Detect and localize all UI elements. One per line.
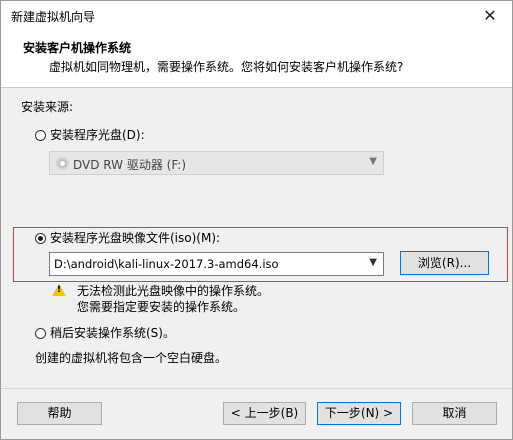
window-title: 新建虚拟机向导	[11, 10, 96, 24]
disc-option-label[interactable]: 安装程序光盘(D):	[50, 126, 145, 143]
chevron-down-icon: ▼	[369, 156, 377, 167]
install-source-label: 安装来源:	[21, 100, 74, 114]
page-description: 虚拟机如同物理机，需要操作系统。您将如何安装客户机操作系统?	[49, 60, 404, 74]
iso-option-label[interactable]: 安装程序光盘映像文件(iso)(M):	[50, 229, 220, 246]
help-button[interactable]: 帮助	[17, 402, 102, 425]
chevron-down-icon[interactable]: ▼	[369, 257, 377, 268]
warning-text-line2: 您需要指定要安装的操作系统。	[77, 300, 246, 314]
wizard-content: 安装来源: 安装程序光盘(D): DVD RW 驱动器 (F:) ▼ 安装程序光…	[1, 88, 512, 388]
iso-path-value[interactable]: D:\android\kali-linux-2017.3-amd64.iso	[54, 257, 279, 271]
install-later-description: 创建的虚拟机将包含一个空白硬盘。	[35, 351, 228, 365]
install-later-radio[interactable]	[35, 328, 46, 339]
close-icon[interactable]: ✕	[472, 3, 508, 29]
disc-option-radio[interactable]	[35, 130, 46, 141]
warning-icon: !	[52, 284, 66, 296]
iso-option-radio[interactable]	[35, 233, 46, 244]
drive-select-value: DVD RW 驱动器 (F:)	[73, 158, 187, 172]
dvd-drive-icon	[56, 157, 69, 170]
title-bar: 新建虚拟机向导 ✕	[1, 1, 512, 31]
drive-select: DVD RW 驱动器 (F:) ▼	[49, 151, 384, 175]
back-button[interactable]: < 上一步(B)	[223, 402, 306, 425]
iso-path-combobox[interactable]: D:\android\kali-linux-2017.3-amd64.iso ▼	[49, 252, 384, 276]
cancel-button[interactable]: 取消	[412, 402, 497, 425]
footer-divider	[1, 388, 512, 389]
wizard-header: 安装客户机操作系统 虚拟机如同物理机，需要操作系统。您将如何安装客户机操作系统?	[1, 31, 512, 88]
page-title: 安装客户机操作系统	[23, 41, 132, 55]
warning-text-line1: 无法检测此光盘映像中的操作系统。	[77, 284, 270, 298]
browse-button[interactable]: 浏览(R)...	[400, 251, 489, 275]
new-vm-wizard-window: 新建虚拟机向导 ✕ 安装客户机操作系统 虚拟机如同物理机，需要操作系统。您将如何…	[0, 0, 513, 440]
next-button[interactable]: 下一步(N) >	[317, 402, 401, 425]
install-later-label[interactable]: 稍后安装操作系统(S)。	[50, 324, 175, 341]
